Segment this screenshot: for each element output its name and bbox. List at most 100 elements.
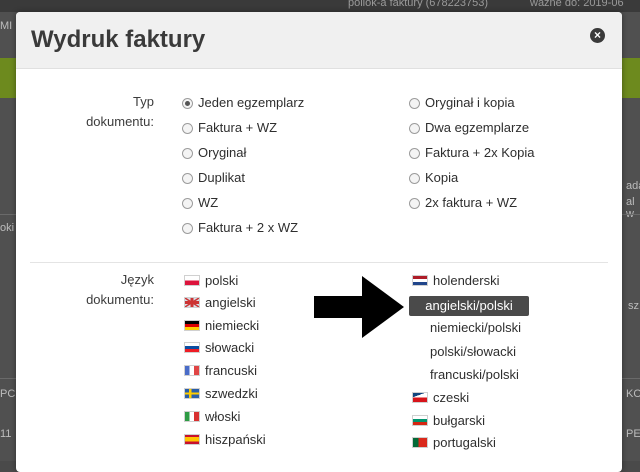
language-label: bułgarski [433, 413, 486, 428]
background-banner-right [622, 58, 640, 98]
close-icon[interactable]: × [590, 28, 605, 43]
language-option-holenderski[interactable]: holenderski [412, 272, 500, 290]
background-text: KO [626, 388, 640, 400]
radio-icon[interactable] [182, 198, 193, 209]
background-text: 11 [0, 428, 12, 440]
option-label: Oryginał [198, 145, 247, 160]
language-label: holenderski [433, 273, 500, 288]
doc-type-option-wz[interactable]: WZ [182, 194, 218, 212]
flag-italy-icon [184, 411, 200, 422]
doc-type-option-jeden-egzemplarz[interactable]: Jeden egzemplarz [182, 94, 304, 112]
doc-type-option-faktura-2-wz[interactable]: Faktura + 2 x WZ [182, 219, 298, 237]
valid-until: ważne do: 2019-06 [530, 0, 624, 9]
section-divider [30, 262, 608, 263]
background-divider [0, 378, 16, 379]
flag-czech-icon [412, 392, 428, 403]
background-text: oki [0, 222, 15, 234]
language-option-francuski-polski[interactable]: francuski/polski [430, 366, 519, 384]
flag-sweden-icon [184, 388, 200, 399]
language-option-angielski[interactable]: angielski [184, 294, 256, 312]
background-divider [0, 214, 16, 215]
option-label: Dwa egzemplarze [425, 120, 530, 135]
invoice-print-modal: Wydruk faktury × Typ dokumentu: Jeden eg… [16, 12, 622, 472]
language-label: francuski [205, 363, 258, 378]
background-banner-left [0, 58, 16, 98]
language-label: szwedzki [205, 386, 258, 401]
radio-icon[interactable] [182, 173, 193, 184]
flag-netherlands-icon [412, 275, 428, 286]
background-text: ada [626, 180, 640, 192]
language-option-wloski[interactable]: włoski [184, 408, 240, 426]
pointer-arrow-icon [314, 276, 404, 338]
language-option-slowacki[interactable]: słowacki [184, 339, 254, 357]
flag-spain-icon [184, 434, 200, 445]
language-option-francuski[interactable]: francuski [184, 362, 257, 380]
radio-icon[interactable] [409, 148, 420, 159]
radio-icon[interactable] [409, 98, 420, 109]
radio-icon[interactable] [182, 148, 193, 159]
language-label: hiszpański [205, 432, 266, 447]
language-option-polski[interactable]: polski [184, 272, 238, 290]
language-label: czeski [433, 390, 470, 405]
doc-type-option-kopia[interactable]: Kopia [409, 169, 458, 187]
background-text: al w [626, 196, 635, 220]
flag-portugal-icon [412, 437, 428, 448]
doc-type-option-dwa-egzemplarze[interactable]: Dwa egzemplarze [409, 119, 529, 137]
language-option-portugalski[interactable]: portugalski [412, 434, 496, 452]
flag-bulgaria-icon [412, 415, 428, 426]
doc-type-option-duplikat[interactable]: Duplikat [182, 169, 245, 187]
language-label-line1: Język [120, 272, 154, 287]
language-label: słowacki [205, 340, 255, 355]
background-divider [622, 378, 640, 379]
language-option-angielski-polski-selected[interactable]: angielski/polski [409, 296, 529, 316]
flag-slovakia-icon [184, 342, 200, 353]
flag-germany-icon [184, 320, 200, 331]
account-info: pollok-a faktury (678223753) [348, 0, 489, 9]
flag-poland-icon [184, 275, 200, 286]
doc-type-option-oryginal-i-kopia[interactable]: Oryginał i kopia [409, 94, 515, 112]
radio-icon[interactable] [409, 198, 420, 209]
language-option-niemiecki[interactable]: niemiecki [184, 317, 259, 335]
option-label: Faktura + 2 x WZ [198, 220, 299, 235]
doc-type-option-faktura-wz[interactable]: Faktura + WZ [182, 119, 277, 137]
language-option-niemiecki-polski[interactable]: niemiecki/polski [430, 319, 521, 337]
radio-icon[interactable] [182, 223, 193, 234]
language-label: niemiecki [205, 318, 260, 333]
option-label: Oryginał i kopia [425, 95, 515, 110]
document-type-label: Typ dokumentu: [16, 92, 154, 132]
radio-icon[interactable] [182, 123, 193, 134]
modal-title: Wydruk faktury [31, 26, 206, 53]
language-option-czeski[interactable]: czeski [412, 389, 469, 407]
option-label: WZ [198, 195, 219, 210]
background-divider [622, 214, 640, 215]
language-option-szwedzki[interactable]: szwedzki [184, 385, 258, 403]
option-label: Faktura + 2x Kopia [425, 145, 535, 160]
background-text: PC [0, 388, 16, 400]
language-label: angielski [205, 295, 256, 310]
doc-type-option-oryginal[interactable]: Oryginał [182, 144, 246, 162]
modal-header: Wydruk faktury × [16, 12, 622, 69]
option-label: 2x faktura + WZ [425, 195, 518, 210]
language-label: włoski [205, 409, 241, 424]
document-type-label-line1: Typ [133, 94, 154, 109]
language-label-line2: dokumentu: [86, 292, 154, 307]
option-label: Jeden egzemplarz [198, 95, 305, 110]
doc-type-option-2x-faktura-wz[interactable]: 2x faktura + WZ [409, 194, 517, 212]
language-label: polski [205, 273, 239, 288]
option-label: Kopia [425, 170, 459, 185]
doc-type-option-faktura-2x-kopia[interactable]: Faktura + 2x Kopia [409, 144, 534, 162]
radio-selected-icon[interactable] [182, 98, 193, 109]
flag-uk-icon [184, 297, 200, 308]
option-label: Faktura + WZ [198, 120, 278, 135]
radio-icon[interactable] [409, 123, 420, 134]
background-text: MI [0, 20, 13, 32]
language-option-polski-slowacki[interactable]: polski/słowacki [430, 343, 516, 361]
radio-icon[interactable] [409, 173, 420, 184]
option-label: Duplikat [198, 170, 245, 185]
flag-france-icon [184, 365, 200, 376]
background-topbar: pollok-a faktury (678223753) ważne do: 2… [0, 0, 640, 12]
language-label: Język dokumentu: [16, 270, 154, 310]
document-type-label-line2: dokumentu: [86, 114, 154, 129]
language-option-bulgarski[interactable]: bułgarski [412, 412, 485, 430]
language-option-hiszpanski[interactable]: hiszpański [184, 431, 266, 449]
